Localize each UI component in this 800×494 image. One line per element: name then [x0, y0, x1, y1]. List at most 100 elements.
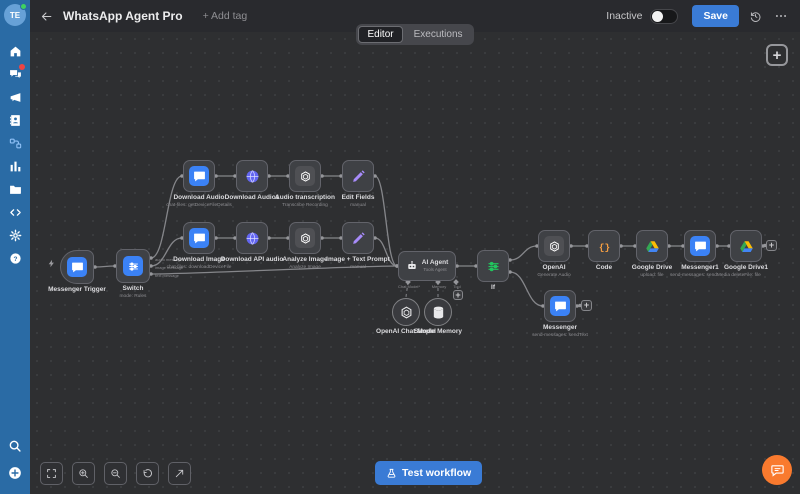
node-ai_agent[interactable]: AI Agent Tools Agent Chat Model* Memory Tool	[398, 251, 461, 289]
help-icon: ?	[9, 252, 22, 265]
node-chat_model[interactable]: OpenAI Chat Model	[376, 298, 436, 335]
zoom-in-button[interactable]	[72, 462, 95, 485]
fit-view-button[interactable]	[40, 462, 63, 485]
node-messenger1[interactable]: Messenger1 send-messages: sendMedia	[670, 230, 730, 278]
node-code[interactable]: {} Code	[588, 230, 620, 271]
sidebar: TE ?	[0, 0, 30, 494]
sidebar-item-home[interactable]	[0, 40, 30, 63]
node-subtitle: send-messages: sendMedia	[670, 272, 730, 278]
pencil-icon	[351, 169, 366, 184]
node-label: Download API audio	[220, 256, 284, 263]
code-icon	[9, 206, 22, 219]
history-button[interactable]	[747, 8, 764, 25]
search-icon	[8, 439, 22, 453]
chat-icon	[550, 296, 570, 316]
tidy-up-button[interactable]	[168, 462, 191, 485]
tab-editor[interactable]: Editor	[358, 26, 403, 43]
node-plus2[interactable]: +	[581, 300, 592, 311]
openai-icon	[399, 305, 414, 320]
db-icon	[431, 305, 446, 320]
notification-badge	[19, 64, 25, 70]
node-subtitle: upload: file	[640, 272, 664, 278]
node-trigger[interactable]: Messenger Trigger	[48, 250, 106, 293]
node-plus1[interactable]: +	[766, 240, 777, 251]
node-tool_plus[interactable]: +	[453, 290, 463, 300]
node-label: OpenAI Generate Audio	[537, 264, 571, 278]
node-analyze[interactable]: Analyze Image Analyze Image	[282, 222, 328, 270]
node-subtitle: manual	[350, 264, 366, 270]
node-edit_fields[interactable]: Edit Fields manual	[342, 160, 374, 208]
node-label: Audio transcription Transcribe Recording	[275, 194, 335, 208]
sidebar-item-files[interactable]	[0, 178, 30, 201]
sidebar-item-announcements[interactable]	[0, 86, 30, 109]
node-label: Messenger Trigger	[48, 286, 106, 293]
node-messenger[interactable]: Messenger send-messages: sendText	[532, 290, 588, 338]
undo-icon	[142, 468, 153, 479]
node-label: Switch mode: Rules	[119, 285, 147, 299]
back-button[interactable]	[40, 10, 53, 23]
chart-icon	[9, 160, 22, 173]
node-label: Code	[595, 264, 613, 271]
node-subtitle: mode: Rules	[119, 293, 147, 299]
sidebar-item-help[interactable]: ?	[0, 247, 30, 270]
node-label: Google Drive1 deleteFile: file	[723, 264, 769, 278]
tabbar: Editor Executions	[30, 24, 800, 45]
openai-icon	[295, 166, 315, 186]
globe-icon	[245, 169, 260, 184]
node-label: Google Drive upload: file	[631, 264, 673, 278]
sliders-icon	[486, 259, 501, 274]
test-workflow-button[interactable]: Test workflow	[375, 461, 483, 485]
agent-port-label: Chat Model*	[397, 284, 421, 289]
node-label: Download Audio chat-files: getDeviceFileD…	[166, 194, 232, 208]
pencil-icon	[351, 231, 366, 246]
online-status-dot	[20, 3, 27, 10]
node-label: Messenger1 send-messages: sendMedia	[670, 264, 730, 278]
workflow-icon	[9, 137, 22, 150]
svg-text:?: ?	[13, 256, 17, 263]
sidebar-item-code[interactable]	[0, 201, 30, 224]
node-switch[interactable]: Switch mode: Rules audio message image mess…	[116, 249, 183, 299]
sidebar-item-chat[interactable]	[0, 63, 30, 86]
avatar[interactable]: TE	[4, 3, 27, 26]
sidebar-item-settings[interactable]	[0, 224, 30, 247]
reset-zoom-button[interactable]	[136, 462, 159, 485]
contacts-icon	[9, 114, 22, 127]
node-dl_audio2[interactable]: Download Audio1	[225, 160, 279, 201]
node-img_text[interactable]: Image + Text Prompt manual	[326, 222, 390, 270]
sidebar-item-contacts[interactable]	[0, 109, 30, 132]
svg-text:{}: {}	[598, 241, 609, 252]
node-openai[interactable]: OpenAI Generate Audio	[537, 230, 571, 278]
node-gdrive[interactable]: Google Drive upload: file	[632, 230, 672, 278]
sidebar-item-workflows[interactable]	[0, 132, 30, 155]
node-if[interactable]: If	[477, 250, 509, 291]
chat2-icon	[9, 68, 22, 81]
sidebar-item-add[interactable]	[0, 459, 30, 486]
node-dl_image[interactable]: Download Image chat-files: downloadDevice…	[167, 222, 231, 270]
add-node-button[interactable]: +	[766, 44, 788, 66]
openai-icon	[295, 228, 315, 248]
node-subtitle: chat-files: downloadDeviceFile	[166, 264, 232, 270]
node-gdrive1[interactable]: Google Drive1 deleteFile: file	[724, 230, 768, 278]
node-transcribe[interactable]: Audio transcription Transcribe Recording	[275, 160, 335, 208]
active-toggle[interactable]	[650, 8, 679, 24]
gdrive-icon	[645, 239, 660, 254]
folder-icon	[9, 183, 22, 196]
zoom-out-button[interactable]	[104, 462, 127, 485]
node-memory[interactable]: Simple Memory	[414, 298, 462, 335]
node-dl_api_audio[interactable]: Download API audio	[221, 222, 283, 263]
more-options-button[interactable]	[772, 7, 790, 25]
sidebar-item-search[interactable]	[0, 432, 30, 459]
node-label: AI Agent Tools Agent	[421, 259, 449, 273]
add-tag-button[interactable]: + Add tag	[203, 10, 248, 22]
node-subtitle: chat-files: getDeviceFileDetails	[166, 202, 232, 208]
toggle-knob	[652, 10, 664, 22]
node-label: Edit Fields manual	[341, 194, 375, 208]
tab-executions[interactable]: Executions	[405, 26, 472, 43]
node-label: Simple Memory	[413, 328, 463, 335]
sidebar-item-insights[interactable]	[0, 155, 30, 178]
node-dl_audio[interactable]: Download Audio chat-files: getDeviceFileD…	[166, 160, 232, 208]
megaphone-icon	[9, 91, 22, 104]
node-subtitle: send-messages: sendText	[532, 332, 588, 338]
chat-support-button[interactable]	[762, 455, 792, 485]
robot-icon	[406, 260, 418, 272]
